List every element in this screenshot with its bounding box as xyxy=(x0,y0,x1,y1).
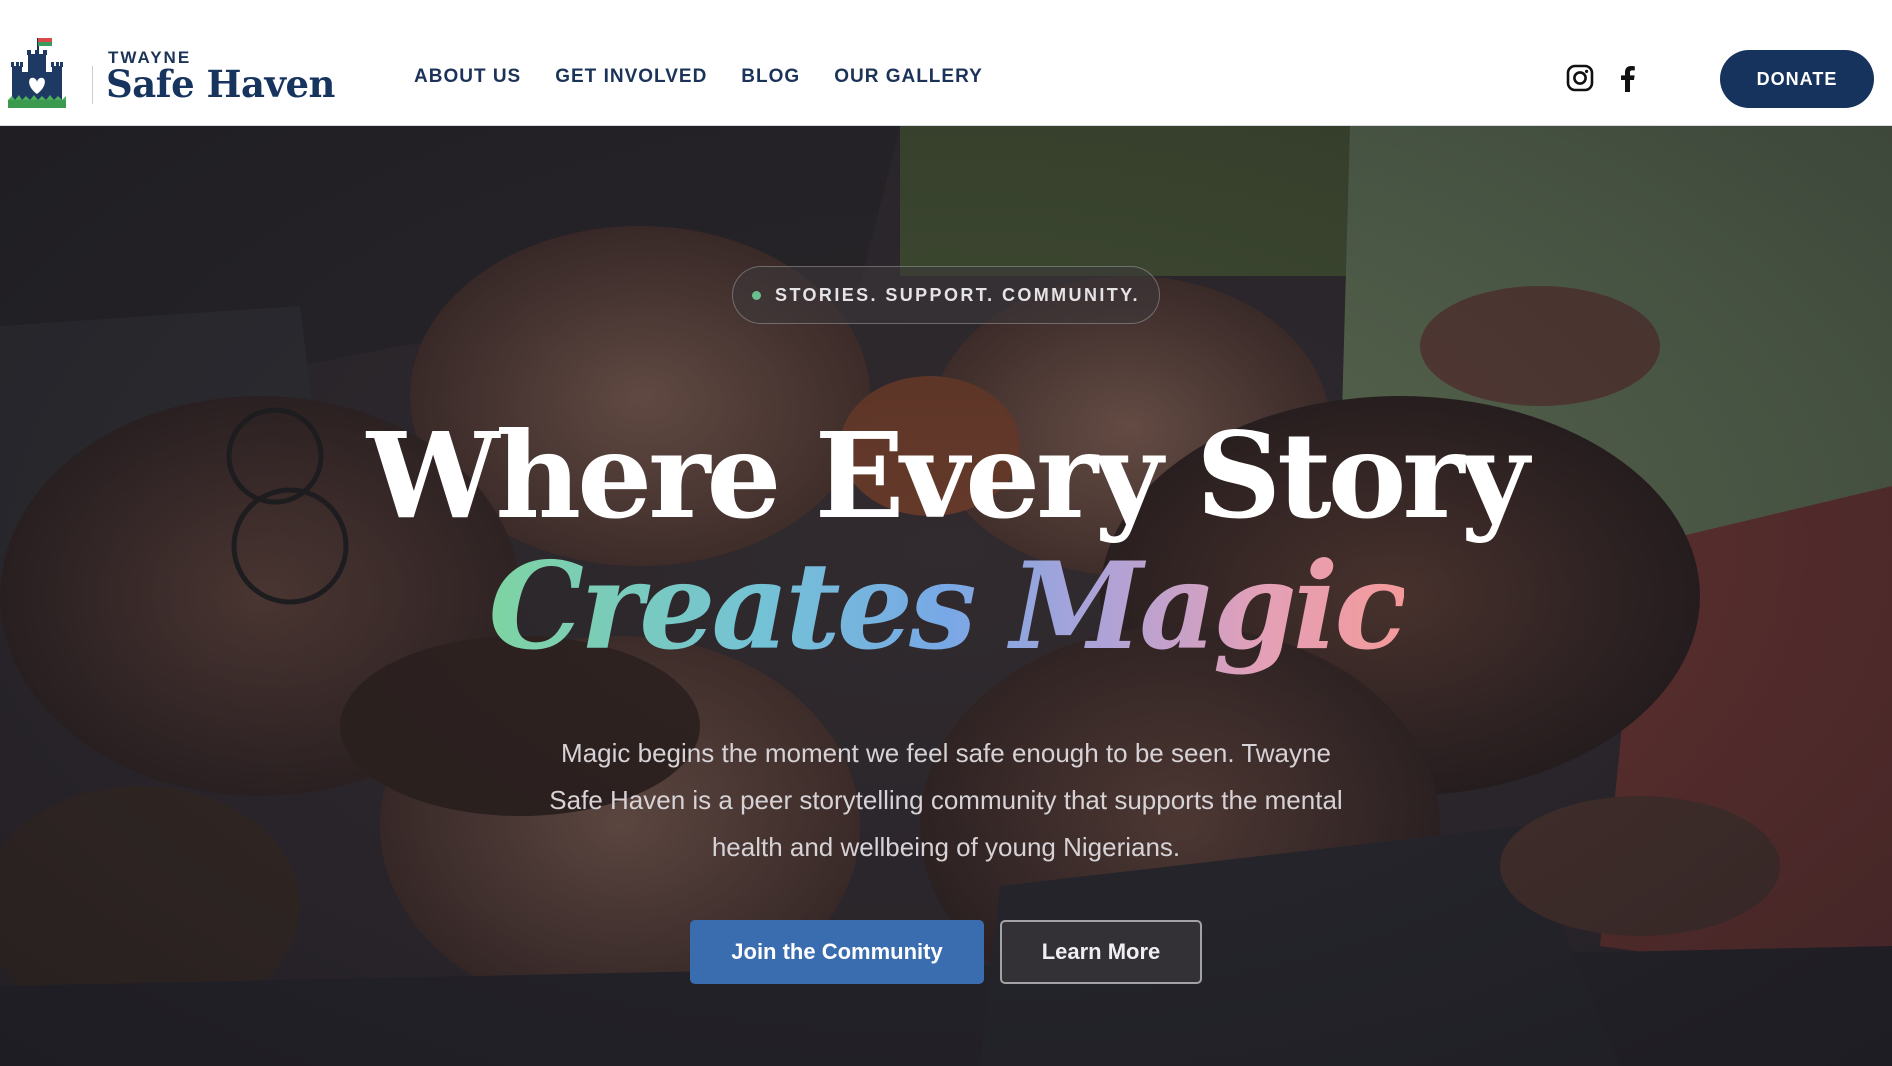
facebook-icon[interactable] xyxy=(1614,64,1642,92)
logo-divider xyxy=(92,66,93,104)
nav-get-involved[interactable]: GET INVOLVED xyxy=(555,66,707,88)
castle-logo-icon[interactable] xyxy=(8,36,66,112)
hero-headline-line2: Creates Magic xyxy=(0,538,1892,676)
hero-headline-gradient-text: Creates Magic xyxy=(488,536,1407,677)
pill-dot xyxy=(752,290,762,300)
donate-button[interactable]: DONATE xyxy=(1720,50,1874,108)
site-header: TWAYNE Safe Haven ABOUT US GET INVOLVED … xyxy=(0,0,1892,126)
nav-blog[interactable]: BLOG xyxy=(741,66,800,88)
tagline-text: STORIES. SUPPORT. COMMUNITY. xyxy=(775,284,1140,305)
hero-description: Magic begins the moment we feel safe eno… xyxy=(549,738,1343,862)
tagline-pill: STORIES. SUPPORT. COMMUNITY. xyxy=(732,266,1160,324)
nav-our-gallery[interactable]: OUR GALLERY xyxy=(834,66,983,88)
nav-about-us[interactable]: ABOUT US xyxy=(414,66,521,88)
hero-headline-line1: Where Every Story xyxy=(366,406,1529,545)
logo-name[interactable]: Safe Haven xyxy=(106,62,335,106)
join-community-button[interactable]: Join the Community xyxy=(690,920,984,984)
main-nav: ABOUT US GET INVOLVED BLOG OUR GALLERY xyxy=(414,66,983,88)
instagram-icon[interactable] xyxy=(1566,64,1594,92)
learn-more-button[interactable]: Learn More xyxy=(1000,920,1202,984)
hero-section: STORIES. SUPPORT. COMMUNITY. Where Every… xyxy=(0,126,1892,1066)
